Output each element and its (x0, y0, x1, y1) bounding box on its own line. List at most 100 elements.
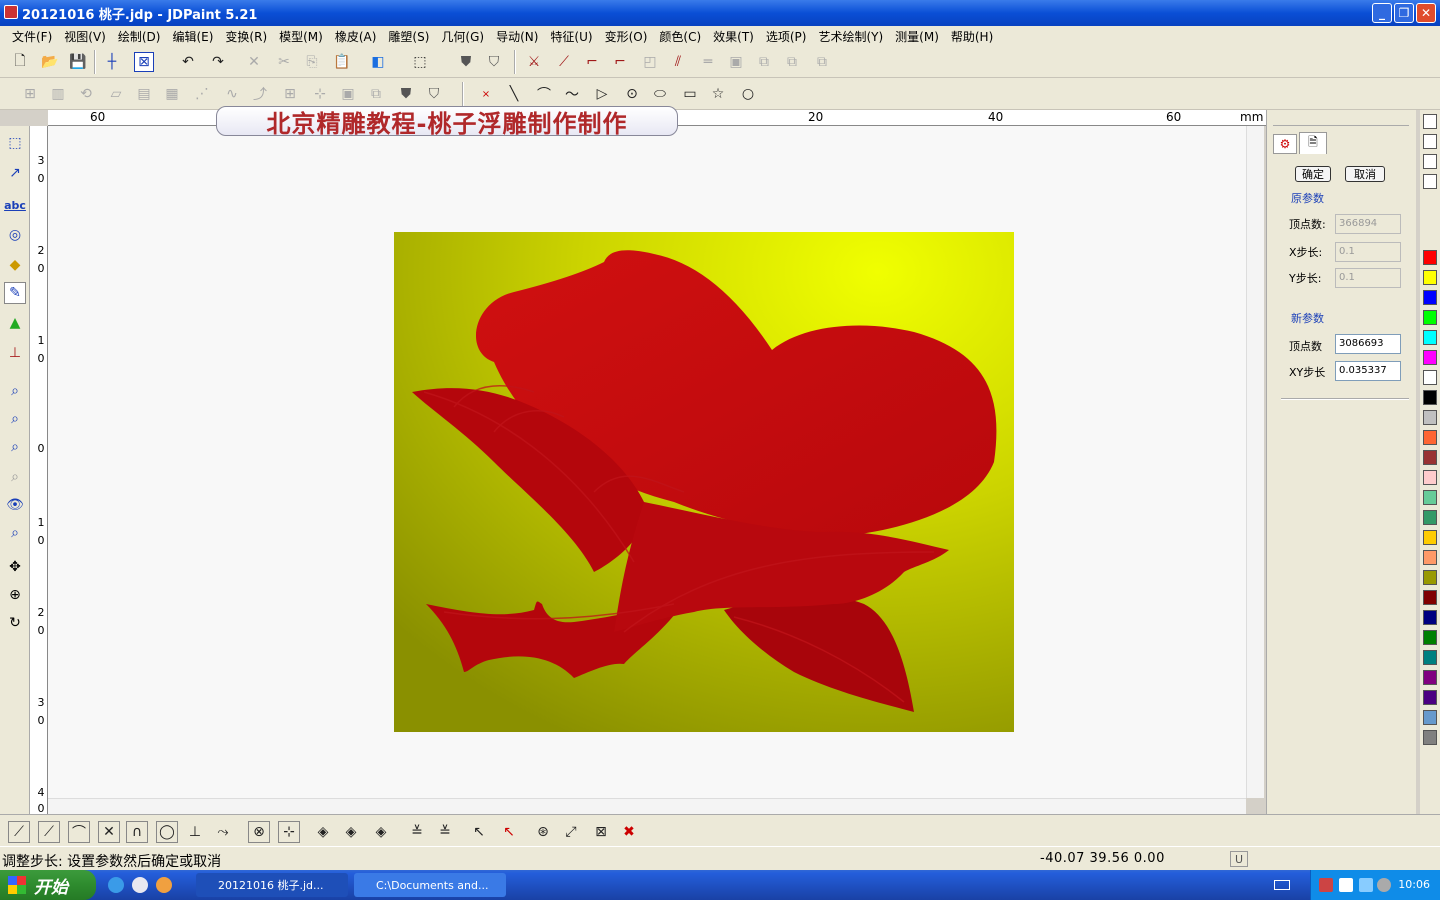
select-box-icon[interactable]: ⊠ (134, 52, 154, 72)
select-box-2-icon[interactable]: ⊠ (590, 821, 612, 843)
color-swatch[interactable] (1423, 630, 1437, 645)
menu-geometry[interactable]: 几何(G) (435, 28, 490, 45)
tray-icon-2[interactable] (1339, 878, 1353, 892)
shield-fill-icon-2[interactable]: ⛉ (424, 84, 444, 104)
ok-button[interactable]: 确定 (1295, 166, 1331, 182)
menu-transform[interactable]: 变换(R) (219, 28, 273, 45)
snap-nearest-icon[interactable]: ⤳ (212, 821, 234, 843)
path-icon[interactable]: ⤴ (250, 84, 270, 104)
rectangle-icon[interactable]: ▭ (680, 84, 700, 104)
ie-icon[interactable] (108, 877, 124, 893)
array-icon[interactable]: ▤ (134, 84, 154, 104)
menu-help[interactable]: 帮助(H) (945, 28, 999, 45)
paste-icon[interactable]: 📋 (332, 52, 352, 72)
color-swatch[interactable] (1423, 590, 1437, 605)
diamond-3-icon[interactable]: ◈ (370, 821, 392, 843)
wave-icon[interactable]: ∿ (222, 84, 242, 104)
media-icon[interactable] (156, 877, 172, 893)
shield-icon-2[interactable]: ⛊ (396, 84, 416, 104)
cancel-button[interactable]: 取消 (1345, 166, 1385, 182)
color-swatch[interactable] (1423, 350, 1437, 365)
menu-view[interactable]: 视图(V) (58, 28, 112, 45)
frame-icon[interactable]: ▣ (726, 52, 746, 72)
new-vertex-count-input[interactable]: 3086693 (1335, 334, 1401, 354)
undo-icon[interactable]: ↶ (178, 52, 198, 72)
color-swatch[interactable] (1423, 390, 1437, 405)
node-edit-icon[interactable]: ↗ (4, 162, 26, 184)
snap-axis-icon[interactable]: ⊹ (278, 821, 300, 843)
menu-color[interactable]: 颜色(C) (653, 28, 707, 45)
combine-icon[interactable]: ⧉ (812, 52, 832, 72)
cut-icon[interactable]: ✂ (274, 52, 294, 72)
panel-tab-tools[interactable]: ⚙ (1273, 134, 1297, 154)
volume-icon[interactable] (1377, 878, 1391, 892)
diamond-1-icon[interactable]: ◈ (312, 821, 334, 843)
snap-icon[interactable]: ⊹ (310, 84, 330, 104)
menu-options[interactable]: 选项(P) (760, 28, 813, 45)
pencil-icon[interactable] (1423, 114, 1437, 129)
layer-icon[interactable]: ⧉ (366, 84, 386, 104)
snap-arc-icon[interactable]: ⌒ (68, 821, 90, 843)
group-icon[interactable]: ⧉ (754, 52, 774, 72)
snap-endpoint-icon[interactable]: ⟋ (8, 821, 30, 843)
menu-deform[interactable]: 变形(O) (599, 28, 654, 45)
delete-icon[interactable]: ✕ (244, 52, 264, 72)
text-tool-icon[interactable]: abc (4, 194, 26, 216)
snap-circle-icon[interactable]: ◯ (156, 821, 178, 843)
trim-icon[interactable]: ⚔ (524, 52, 544, 72)
shape-tool-icon[interactable]: ◎ (4, 224, 26, 246)
eyedropper-icon[interactable] (1423, 154, 1437, 169)
tray-icon-3[interactable] (1359, 878, 1373, 892)
color-swatch[interactable] (1423, 730, 1437, 745)
zoom-icon[interactable]: ⊕ (4, 584, 26, 606)
rotate-view-icon[interactable]: ↻ (4, 612, 26, 634)
menu-guide[interactable]: 导动(N) (490, 28, 544, 45)
triangle-icon[interactable]: ▷ (592, 84, 612, 104)
color-swatch[interactable] (1423, 550, 1437, 565)
shield-fill-icon[interactable]: ⛉ (484, 52, 504, 72)
snap-tangent-icon[interactable]: ∩ (126, 821, 148, 843)
select-chain-icon[interactable]: ⤢ (560, 821, 582, 843)
fill-tool-icon[interactable]: ◆ (4, 254, 26, 276)
color-swatch[interactable] (1423, 310, 1437, 325)
zoom-window-icon[interactable]: ⌕ (4, 380, 26, 402)
grid-icon[interactable]: ▦ (162, 84, 182, 104)
extend-icon[interactable]: ⟋ (554, 52, 574, 72)
chamfer-icon[interactable]: ⌐ (610, 52, 630, 72)
eye-icon[interactable]: 👁 (4, 494, 26, 516)
snap-grid-icon[interactable]: ⊗ (248, 821, 270, 843)
menu-file[interactable]: 文件(F) (6, 28, 58, 45)
close-button[interactable]: ✕ (1416, 3, 1436, 23)
copy-icon[interactable]: ⎘ (302, 52, 322, 72)
zoom-prev-icon[interactable]: ⌕ (4, 466, 26, 488)
menu-eraser[interactable]: 橡皮(A) (329, 28, 383, 45)
color-swatch[interactable] (1423, 670, 1437, 685)
color-swatch[interactable] (1423, 610, 1437, 625)
offset-icon[interactable]: ⫽ (668, 52, 688, 72)
select-rect-icon[interactable]: ⬚ (4, 132, 26, 154)
box-icon[interactable]: ▣ (338, 84, 358, 104)
menu-draw[interactable]: 绘制(D) (112, 28, 167, 45)
start-button[interactable]: 开始 (0, 870, 96, 900)
color-swatch[interactable] (1423, 430, 1437, 445)
line-icon[interactable]: ╲ (504, 84, 524, 104)
zoom-all-icon[interactable]: ⌕ (4, 522, 26, 544)
open-file-icon[interactable]: 📂 (40, 52, 60, 72)
color-swatch[interactable] (1423, 330, 1437, 345)
color-swatch[interactable] (1423, 270, 1437, 285)
arc-icon[interactable]: ⌒ (534, 84, 554, 104)
circle-dot-icon[interactable]: ⊙ (622, 84, 642, 104)
bridge-icon[interactable]: ═ (698, 52, 718, 72)
menu-model[interactable]: 模型(M) (273, 28, 329, 45)
ellipse-icon[interactable]: ⬭ (650, 84, 670, 104)
pen-tool-icon[interactable]: ✎ (4, 282, 26, 304)
pan-icon[interactable]: ✥ (4, 556, 26, 578)
color-swatch[interactable] (1423, 410, 1437, 425)
menu-art-draw[interactable]: 艺术绘制(Y) (812, 28, 889, 45)
snap-midpoint-icon[interactable]: ⟋ (38, 821, 60, 843)
color-swatch[interactable] (1423, 250, 1437, 265)
render-mode-icon[interactable]: ◧ (368, 52, 388, 72)
no-fill-icon[interactable] (1423, 174, 1437, 189)
shield-icon[interactable]: ⛊ (456, 52, 476, 72)
menu-measure[interactable]: 测量(M) (889, 28, 945, 45)
